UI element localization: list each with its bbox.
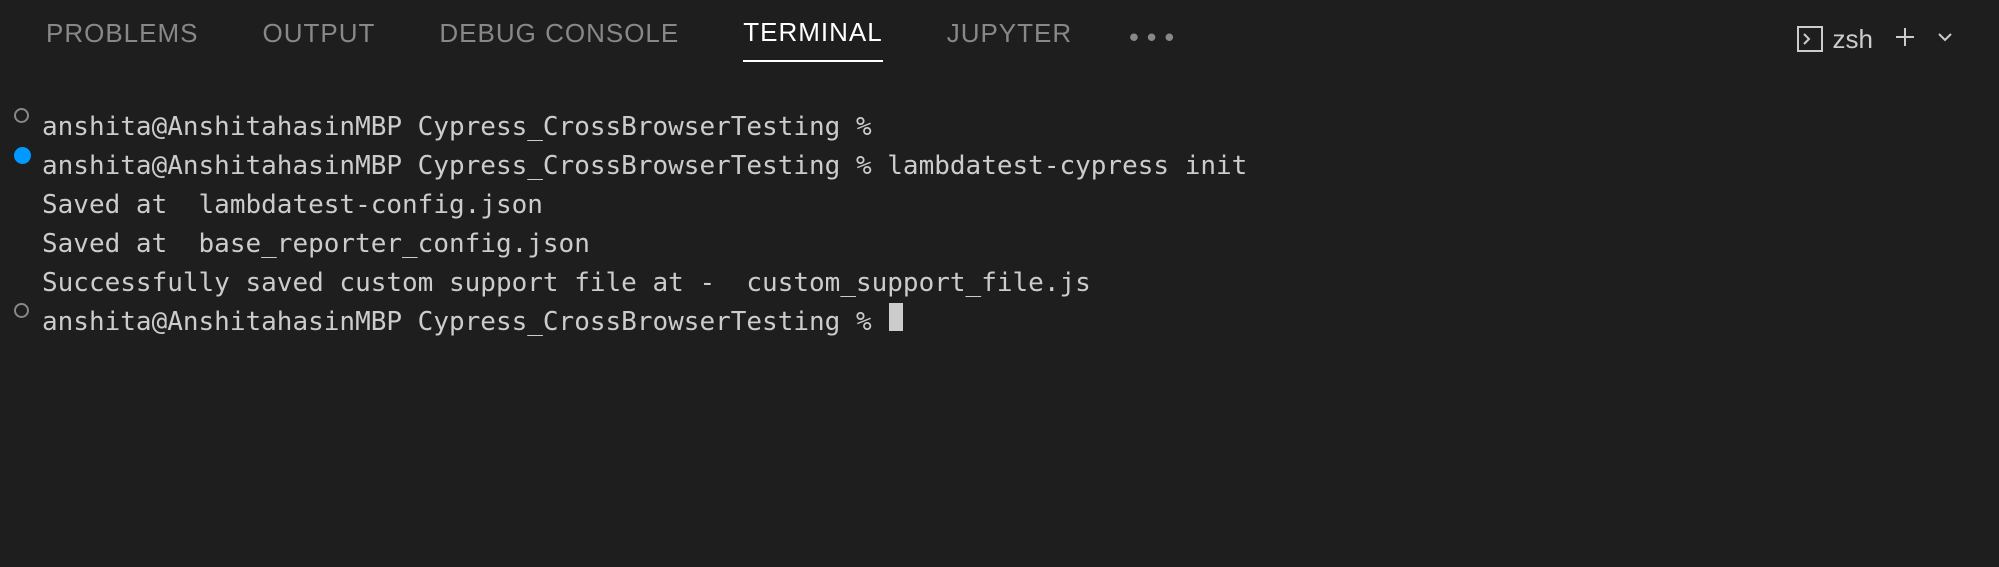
- terminal-line: anshita@AnshitahasinMBP Cypress_CrossBro…: [10, 108, 1989, 147]
- terminal-text: anshita@AnshitahasinMBP Cypress_CrossBro…: [42, 303, 887, 342]
- overflow-menu-icon[interactable]: •••: [1126, 24, 1179, 54]
- terminal-text: anshita@AnshitahasinMBP Cypress_CrossBro…: [42, 108, 872, 147]
- terminal-text: Saved at lambdatest-config.json: [42, 186, 543, 225]
- terminal-line: Saved at lambdatest-config.json: [10, 186, 1989, 225]
- new-terminal-icon[interactable]: [1893, 22, 1917, 57]
- terminal-text: anshita@AnshitahasinMBP Cypress_CrossBro…: [42, 147, 1247, 186]
- shell-label: zsh: [1833, 24, 1873, 55]
- terminal-line: Saved at base_reporter_config.json: [10, 225, 1989, 264]
- terminal-line: Successfully saved custom support file a…: [10, 264, 1989, 303]
- tab-jupyter[interactable]: JUPYTER: [947, 18, 1072, 61]
- terminal-icon: [1797, 26, 1823, 52]
- terminal-line: anshita@AnshitahasinMBP Cypress_CrossBro…: [10, 303, 1989, 342]
- tab-problems[interactable]: PROBLEMS: [46, 18, 199, 61]
- terminal-text: Successfully saved custom support file a…: [42, 264, 1091, 303]
- chevron-down-icon[interactable]: [1937, 29, 1953, 50]
- tab-output[interactable]: OUTPUT: [263, 18, 376, 61]
- tab-debug-console[interactable]: DEBUG CONSOLE: [439, 18, 679, 61]
- line-marker-icon: [10, 108, 42, 123]
- cursor: [889, 303, 903, 331]
- line-marker-icon: [10, 147, 42, 164]
- panel-tab-bar: PROBLEMS OUTPUT DEBUG CONSOLE TERMINAL J…: [0, 0, 1999, 64]
- terminal-text: Saved at base_reporter_config.json: [42, 225, 590, 264]
- tab-terminal[interactable]: TERMINAL: [743, 17, 882, 62]
- terminal-actions: zsh: [1797, 22, 1953, 57]
- line-marker-icon: [10, 303, 42, 318]
- shell-selector[interactable]: zsh: [1797, 24, 1873, 55]
- terminal-line: anshita@AnshitahasinMBP Cypress_CrossBro…: [10, 147, 1989, 186]
- terminal-output[interactable]: anshita@AnshitahasinMBP Cypress_CrossBro…: [0, 64, 1999, 352]
